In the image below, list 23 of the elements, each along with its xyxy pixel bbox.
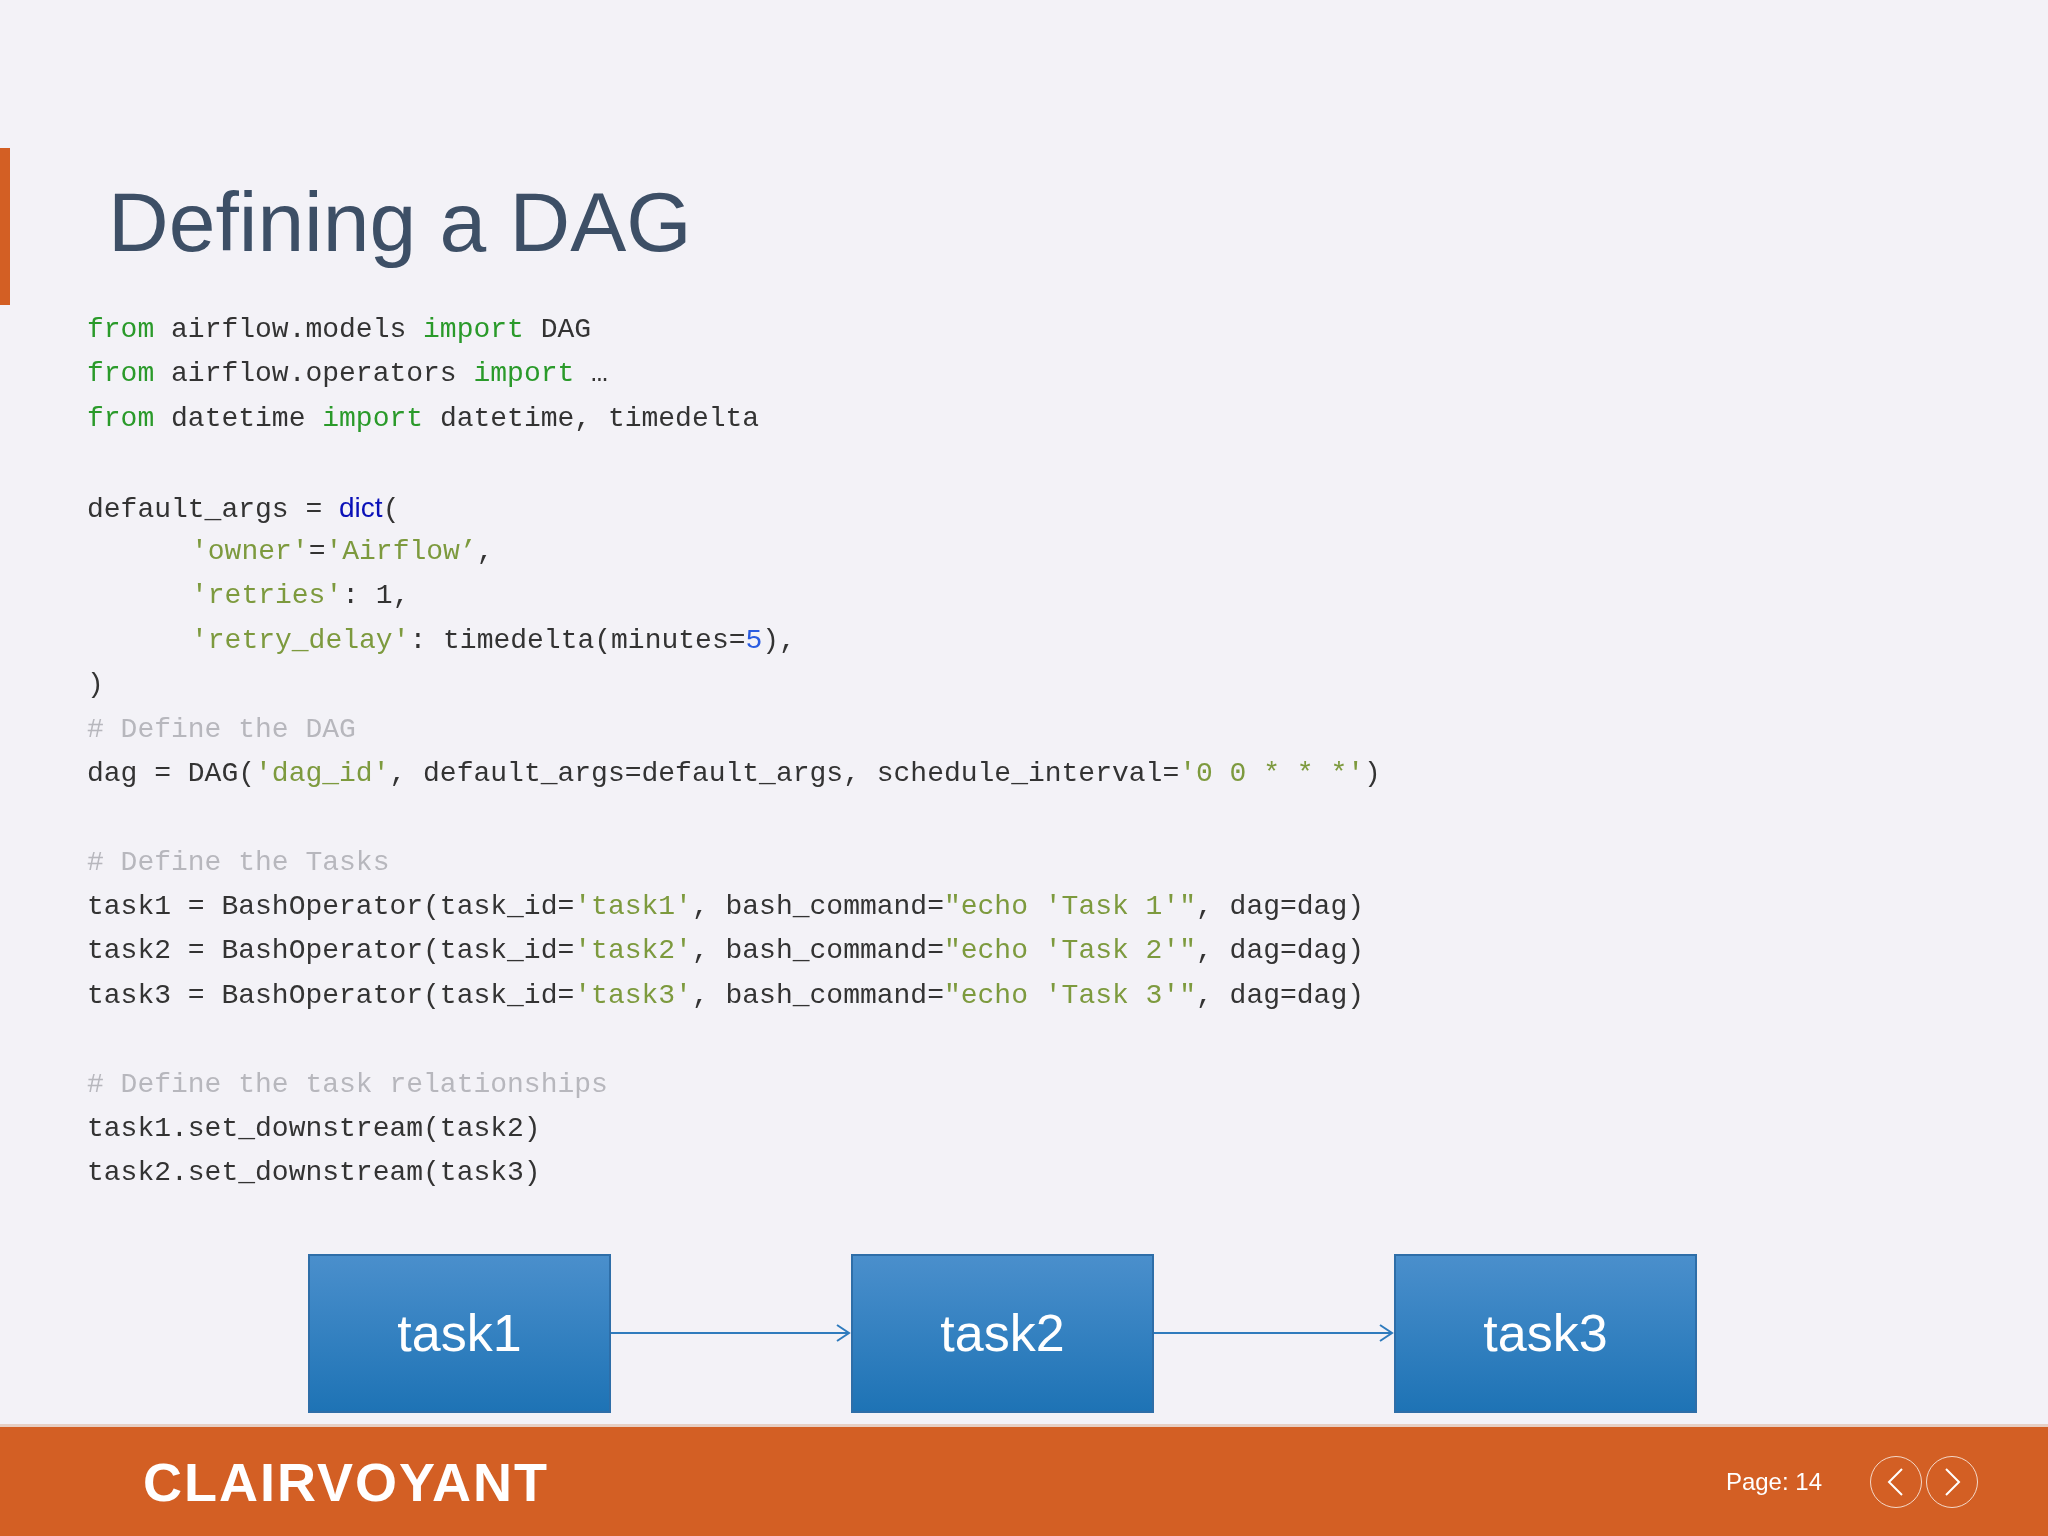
- logo: CLAIRVOYANT: [143, 1450, 550, 1513]
- code-line: from datetime import datetime, timedelta: [87, 402, 760, 434]
- code-comment: # Define the DAG: [87, 713, 356, 745]
- code-line: dag = DAG('dag_id', default_args=default_args, schedule_interval='0 0 * * *'): [87, 757, 1381, 789]
- code-line: from airflow.operators import …: [87, 358, 608, 390]
- task-node: task3: [1394, 1253, 1697, 1413]
- code-line: 'retries': 1,: [191, 580, 410, 612]
- code-line: task1.set_downstream(task2): [87, 1113, 541, 1145]
- code-line: 'owner'='Airflow’,: [191, 535, 494, 567]
- code-line: task2 = BashOperator(task_id='task2', bash_command="echo 'Task 2'", dag=dag): [87, 935, 1365, 967]
- page-number: Page: 14: [1725, 1467, 1822, 1496]
- code-line: ): [87, 669, 104, 701]
- code-line: from airflow.models import DAG: [87, 314, 592, 345]
- code-line: default_args = dict(: [87, 493, 400, 525]
- code-line: task2.set_downstream(task3): [87, 1157, 541, 1189]
- code-line: 'retry_delay': timedelta(minutes=5),: [191, 624, 796, 656]
- task-node: task1: [308, 1253, 611, 1413]
- slide-title: Defining a DAG: [108, 174, 693, 271]
- code-line: task1 = BashOperator(task_id='task1', bash_command="echo 'Task 1'", dag=dag): [87, 891, 1365, 923]
- task-node: task2: [851, 1253, 1154, 1413]
- code-comment: # Define the Tasks: [87, 846, 390, 878]
- code-line: task3 = BashOperator(task_id='task3', bash_command="echo 'Task 3'", dag=dag): [87, 979, 1365, 1011]
- code-comment: # Define the task relationships: [87, 1068, 608, 1100]
